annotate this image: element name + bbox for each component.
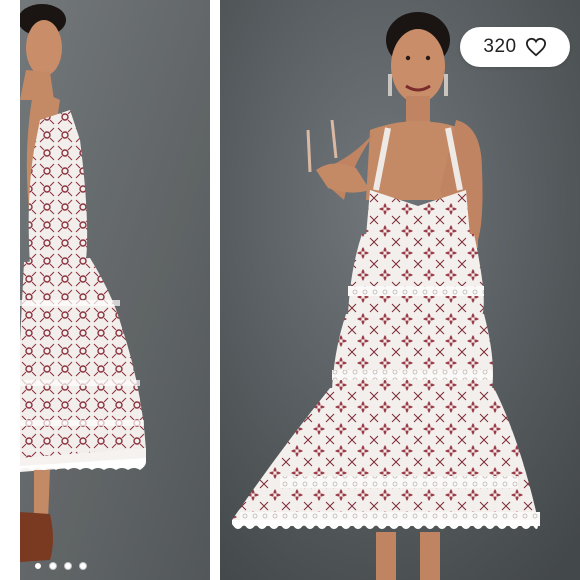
pagination-dot-3[interactable] (64, 562, 72, 570)
heart-outline-icon (525, 37, 546, 57)
photo-carousel[interactable]: 320 (0, 0, 580, 580)
main-photo[interactable] (220, 0, 580, 580)
like-button[interactable]: 320 (460, 27, 570, 67)
pagination-dot-1[interactable] (34, 562, 42, 570)
carousel-pagination (34, 562, 87, 570)
pagination-dot-2[interactable] (49, 562, 57, 570)
previous-photo[interactable] (20, 0, 210, 580)
pagination-dot-4[interactable] (79, 562, 87, 570)
model-photo-front-view (220, 0, 580, 580)
like-count: 320 (483, 36, 517, 57)
model-photo-side-view (20, 0, 210, 580)
